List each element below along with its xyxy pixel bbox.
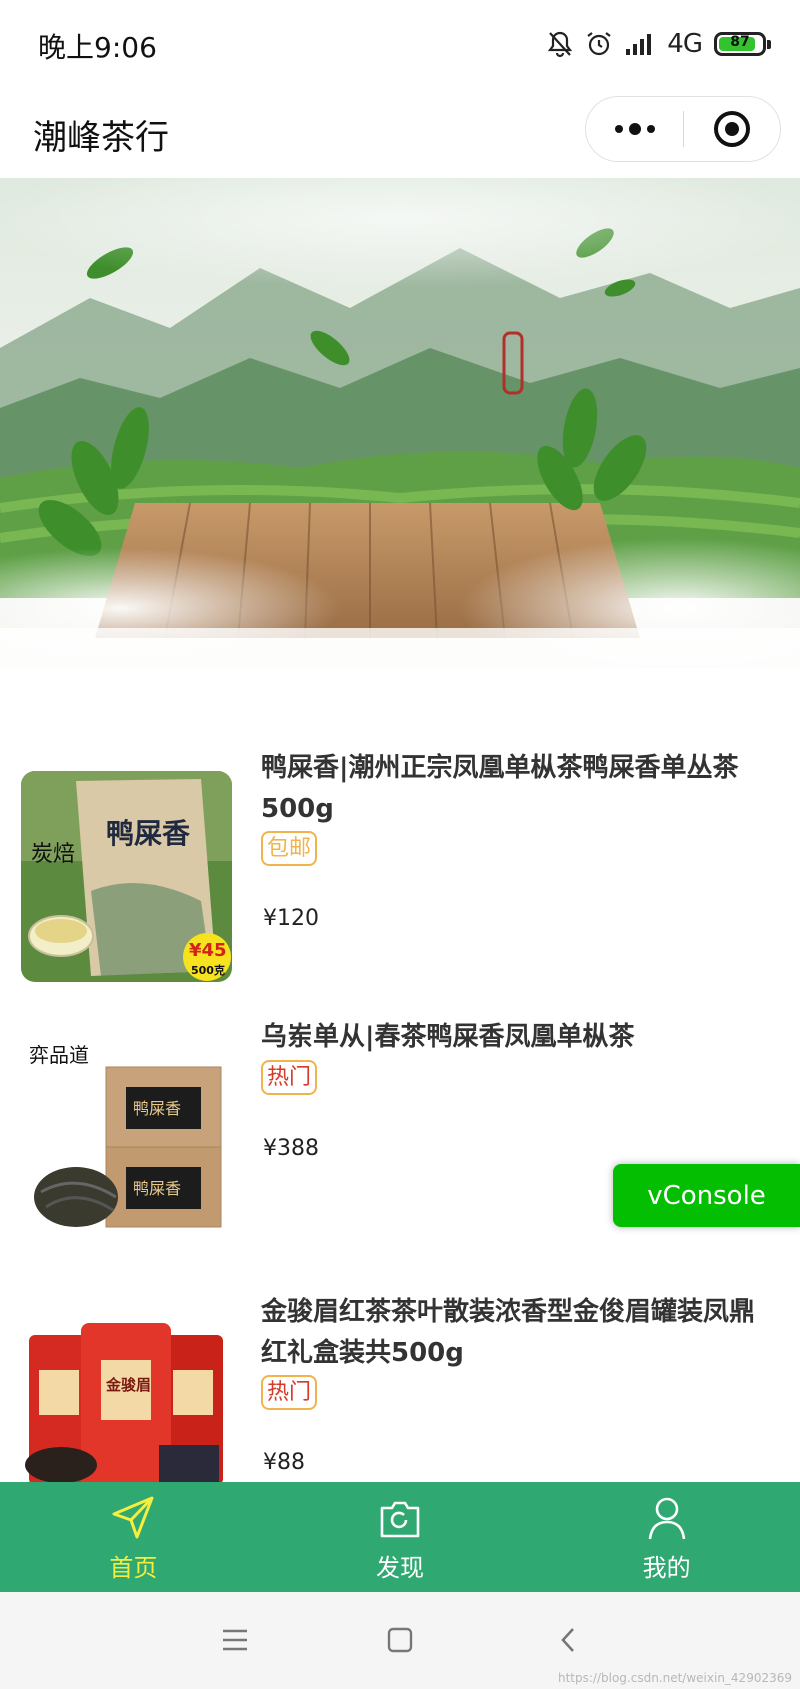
svg-text:金骏眉: 金骏眉 [105, 1376, 151, 1394]
network-type: 4G [667, 29, 703, 59]
svg-text:¥45: ¥45 [189, 940, 227, 961]
menu-icon[interactable] [215, 1620, 255, 1660]
tab-mine[interactable]: 我的 [533, 1482, 800, 1592]
vconsole-button[interactable]: vConsole [613, 1164, 800, 1227]
battery-percent: 87 [730, 34, 750, 50]
status-time: 晚上9:06 [38, 31, 157, 64]
close-miniprogram-button[interactable] [684, 97, 780, 161]
product-title[interactable]: 金骏眉红茶茶叶散装浓香型金俊眉罐装凤鼎红礼盒装共500g [261, 1292, 761, 1374]
more-options-button[interactable] [586, 97, 683, 161]
product-tag: 热门 [261, 1375, 318, 1410]
tab-discover[interactable]: 发现 [267, 1482, 534, 1592]
back-icon[interactable] [548, 1620, 588, 1660]
status-bar: 晚上9:06 4G 87 [0, 0, 800, 88]
battery-icon: 87 [714, 32, 771, 56]
mute-icon [547, 30, 573, 58]
menu-capsule [585, 96, 781, 162]
page-title: 潮峰茶行 [33, 118, 169, 158]
svg-text:鸭屎香: 鸭屎香 [106, 817, 190, 850]
alarm-icon [585, 30, 613, 58]
product-image[interactable]: 弈品道 鸭屎香 鸭屎香 [21, 1032, 232, 1243]
tab-home[interactable]: 首页 [0, 1482, 267, 1592]
home-square-icon[interactable] [380, 1620, 420, 1660]
target-icon [714, 111, 750, 147]
svg-text:鸭屎香: 鸭屎香 [133, 1099, 181, 1118]
tab-label: 我的 [642, 1554, 691, 1582]
product-price: ¥120 [263, 906, 319, 931]
product-item[interactable]: 金骏眉 金骏眉红茶茶叶散装浓香型金俊眉罐装凤鼎红礼盒装共500g 热门 ¥88 [0, 1284, 800, 1482]
more-dots-icon [614, 123, 655, 135]
banner-image[interactable] [0, 178, 800, 668]
product-tag: 热门 [261, 1060, 318, 1095]
status-icons: 4G 87 [547, 26, 771, 62]
product-price: ¥388 [263, 1136, 319, 1161]
product-image[interactable]: 炭焙 鸭屎香 ¥45 500克 [21, 771, 232, 982]
user-icon [643, 1494, 691, 1542]
product-title[interactable]: 鸭屎香|潮州正宗凤凰单枞茶鸭屎香单丛茶500g [261, 748, 761, 830]
camera-icon [376, 1494, 424, 1542]
send-icon [109, 1494, 157, 1542]
mini-program-screen: 晚上9:06 4G 87 潮峰茶行 炭焙 鸭屎香 ¥45 500克 鸭屎香|潮州… [0, 0, 800, 1689]
tab-bar: 首页 发现 我的 [0, 1482, 800, 1592]
system-navigation-bar: https://blog.csdn.net/weixin_42902369 [0, 1592, 800, 1689]
tab-label: 发现 [376, 1554, 424, 1582]
product-tag: 包邮 [261, 831, 318, 866]
tab-label: 首页 [109, 1554, 158, 1582]
signal-icon [625, 32, 655, 56]
product-title[interactable]: 乌岽单从|春茶鸭屎香凤凰单枞茶 [261, 1017, 761, 1058]
svg-text:鸭屎香: 鸭屎香 [133, 1179, 181, 1198]
watermark-text: https://blog.csdn.net/weixin_42902369 [557, 1671, 792, 1685]
product-price: ¥88 [263, 1450, 305, 1475]
svg-text:弈品道: 弈品道 [29, 1043, 89, 1067]
product-item[interactable]: 炭焙 鸭屎香 ¥45 500克 鸭屎香|潮州正宗凤凰单枞茶鸭屎香单丛茶500g … [0, 740, 800, 990]
navigation-bar: 潮峰茶行 [0, 88, 800, 178]
product-image[interactable]: 金骏眉 [21, 1315, 232, 1482]
svg-text:炭焙: 炭焙 [31, 842, 75, 867]
tea-plantation-scene [0, 178, 800, 668]
svg-text:500克: 500克 [191, 963, 225, 977]
